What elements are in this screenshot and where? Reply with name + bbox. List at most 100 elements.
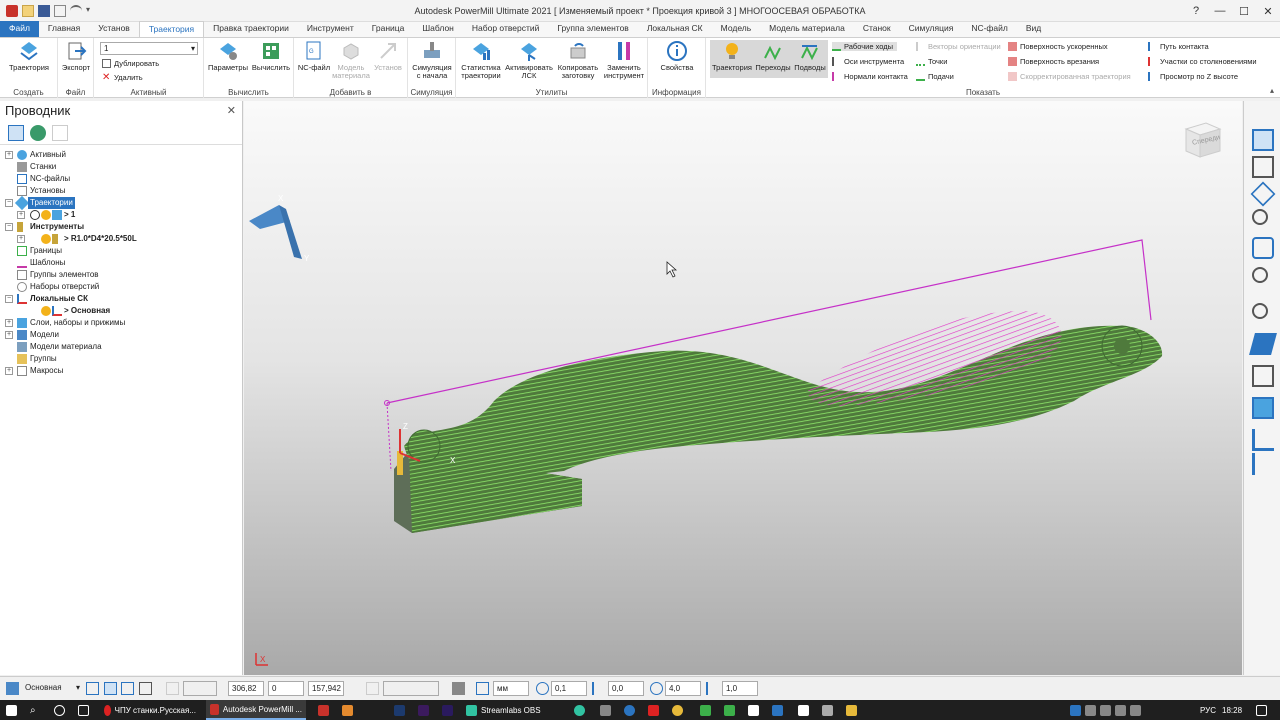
show-contact-path[interactable]: Путь контакта: [1148, 42, 1209, 51]
tree-item-models[interactable]: + Модели: [0, 329, 242, 341]
solid-view-icon[interactable]: [1252, 397, 1274, 419]
shaded-view-icon[interactable]: [1249, 333, 1277, 355]
tree-item-toolpath-1[interactable]: + > 1: [0, 209, 242, 221]
collapse-icon[interactable]: −: [5, 199, 13, 207]
calculate-button[interactable]: Вычислить: [250, 40, 292, 72]
units-field[interactable]: мм: [493, 681, 529, 696]
expand-icon[interactable]: +: [17, 235, 25, 243]
maximize-button[interactable]: ☐: [1232, 0, 1256, 22]
tree-item-hole-sets[interactable]: Наборы отверстий: [0, 281, 242, 293]
tab-file[interactable]: Файл: [0, 21, 39, 37]
zoom-icon[interactable]: [1252, 209, 1268, 225]
tree-item-setups[interactable]: Установы: [0, 185, 242, 197]
show-rapid-surface[interactable]: Поверхность ускоренных: [1008, 42, 1108, 51]
show-plunge-surface[interactable]: Поверхность врезания: [1008, 57, 1099, 66]
clock[interactable]: 18:28: [1222, 700, 1242, 720]
tab-home[interactable]: Главная: [39, 21, 89, 37]
taskbar-app-chrome[interactable]: [672, 700, 683, 720]
taskbar-app-5[interactable]: [624, 700, 635, 720]
tab-stock-model[interactable]: Модель материала: [760, 21, 854, 37]
show-collision-segments[interactable]: Участки со столкновениями: [1148, 57, 1257, 66]
view-front-icon[interactable]: [1252, 156, 1274, 178]
show-tool-axes[interactable]: Оси инструмента: [832, 57, 904, 66]
show-cutting-moves[interactable]: Рабочие ходы: [832, 42, 898, 51]
coord-z-field[interactable]: 157,942: [308, 681, 344, 696]
tab-tool[interactable]: Инструмент: [298, 21, 363, 37]
workplane-triad[interactable]: X Y: [249, 194, 310, 263]
workplane-select[interactable]: Основная ▾: [22, 681, 82, 696]
notifications-icon[interactable]: [1256, 700, 1267, 720]
toolpath-stats-button[interactable]: Статистика траектории: [458, 40, 504, 80]
taskbar-app-8[interactable]: [724, 700, 735, 720]
export-button[interactable]: Экспорт: [60, 40, 92, 72]
tree-item-machines[interactable]: Станки: [0, 161, 242, 173]
tolerance-field[interactable]: 0,1: [551, 681, 587, 696]
taskbar-item-obs[interactable]: Streamlabs OBS: [462, 700, 562, 720]
view-iso-icon[interactable]: [1250, 181, 1276, 207]
task-switcher-icon[interactable]: [78, 700, 89, 720]
tree-view-icon[interactable]: [8, 124, 24, 141]
duplicate-button[interactable]: Дублировать: [102, 59, 159, 68]
tree-item-workplanes[interactable]: − Локальные СК: [0, 293, 242, 305]
tree-item-workplane-main[interactable]: > Основная: [0, 305, 242, 317]
taskbar-app-10[interactable]: [772, 700, 783, 720]
expand-icon[interactable]: +: [5, 367, 13, 375]
collapse-icon[interactable]: −: [5, 223, 13, 231]
pointer-undo-icon[interactable]: [1252, 453, 1274, 475]
show-points[interactable]: Точки: [916, 57, 947, 66]
tab-nc-file[interactable]: NC-файл: [962, 21, 1017, 37]
taskbar-app-3[interactable]: [574, 700, 585, 720]
tree-item-layers[interactable]: + Слои, наборы и прижимы: [0, 317, 242, 329]
taskbar-app-1[interactable]: [318, 700, 329, 720]
active-toolpath-select[interactable]: 1 ▾: [100, 42, 198, 55]
tab-model[interactable]: Модель: [712, 21, 761, 37]
coord-y-field[interactable]: 0: [268, 681, 304, 696]
snap-icon[interactable]: [86, 682, 99, 695]
tab-view[interactable]: Вид: [1017, 21, 1050, 37]
taskbar-app-photoshop[interactable]: [394, 700, 405, 720]
expand-icon[interactable]: +: [5, 319, 13, 327]
view-top-icon[interactable]: [1252, 129, 1274, 151]
replace-tool-button[interactable]: Заменить инструмент: [602, 40, 646, 80]
taskbar-app-2[interactable]: [342, 700, 353, 720]
thickness-field[interactable]: 0,0: [608, 681, 644, 696]
tab-hole-set[interactable]: Набор отверстий: [463, 21, 549, 37]
tree-item-stock-models[interactable]: Модели материала: [0, 341, 242, 353]
taskbar-app-9[interactable]: [748, 700, 759, 720]
tab-feature-group[interactable]: Группа элементов: [548, 21, 637, 37]
tree-item-groups[interactable]: Группы: [0, 353, 242, 365]
tree-item-active[interactable]: + Активный: [0, 149, 242, 161]
wireframe-view-icon[interactable]: [1252, 365, 1274, 387]
close-icon[interactable]: ✕: [227, 101, 236, 121]
taskbar-item-browser[interactable]: ЧПУ станки.Русская...: [100, 700, 200, 720]
language-indicator[interactable]: РУС: [1200, 700, 1216, 720]
show-leads-toggle[interactable]: Подводы: [792, 40, 828, 72]
tree-item-feature-groups[interactable]: Группы элементов: [0, 269, 242, 281]
tree-item-tools[interactable]: − Инструменты: [0, 221, 242, 233]
search-icon[interactable]: ⌕: [30, 700, 36, 720]
zoom-fit-icon[interactable]: [1252, 267, 1268, 283]
refresh-view-icon[interactable]: [1252, 237, 1274, 259]
taskbar-app-aftereffects[interactable]: [442, 700, 453, 720]
taskbar-app-11[interactable]: [798, 700, 809, 720]
tab-toolpath-edit[interactable]: Правка траектории: [204, 21, 298, 37]
save-icon[interactable]: [38, 4, 50, 17]
show-toolpath-toggle[interactable]: Траектория: [710, 40, 754, 72]
taskbar-app-4[interactable]: [600, 700, 611, 720]
collapse-ribbon-icon[interactable]: ▴: [1270, 86, 1274, 95]
select-icon[interactable]: [1252, 429, 1274, 451]
tab-workplane[interactable]: Локальная СК: [638, 21, 712, 37]
close-button[interactable]: ✕: [1256, 0, 1280, 22]
show-contact-normals[interactable]: Нормали контакта: [832, 72, 908, 81]
nc-file-button[interactable]: G NC-файл: [296, 40, 332, 72]
delete-button[interactable]: ✕ Удалить: [102, 73, 143, 83]
start-button[interactable]: [6, 700, 17, 720]
taskbar-app-premiere[interactable]: [418, 700, 429, 720]
activate-lsk-button[interactable]: Активировать ЛСК: [504, 40, 554, 80]
calculator-icon[interactable]: [452, 682, 465, 695]
taskbar-app-13[interactable]: [846, 700, 857, 720]
taskbar-app-7[interactable]: [700, 700, 711, 720]
tree-item-tool-r1[interactable]: + > R1.0*D4*20.5*50L: [0, 233, 242, 245]
simulate-from-start-button[interactable]: Симуляция с начала: [410, 40, 454, 80]
tree-item-nc-files[interactable]: NC-файлы: [0, 173, 242, 185]
